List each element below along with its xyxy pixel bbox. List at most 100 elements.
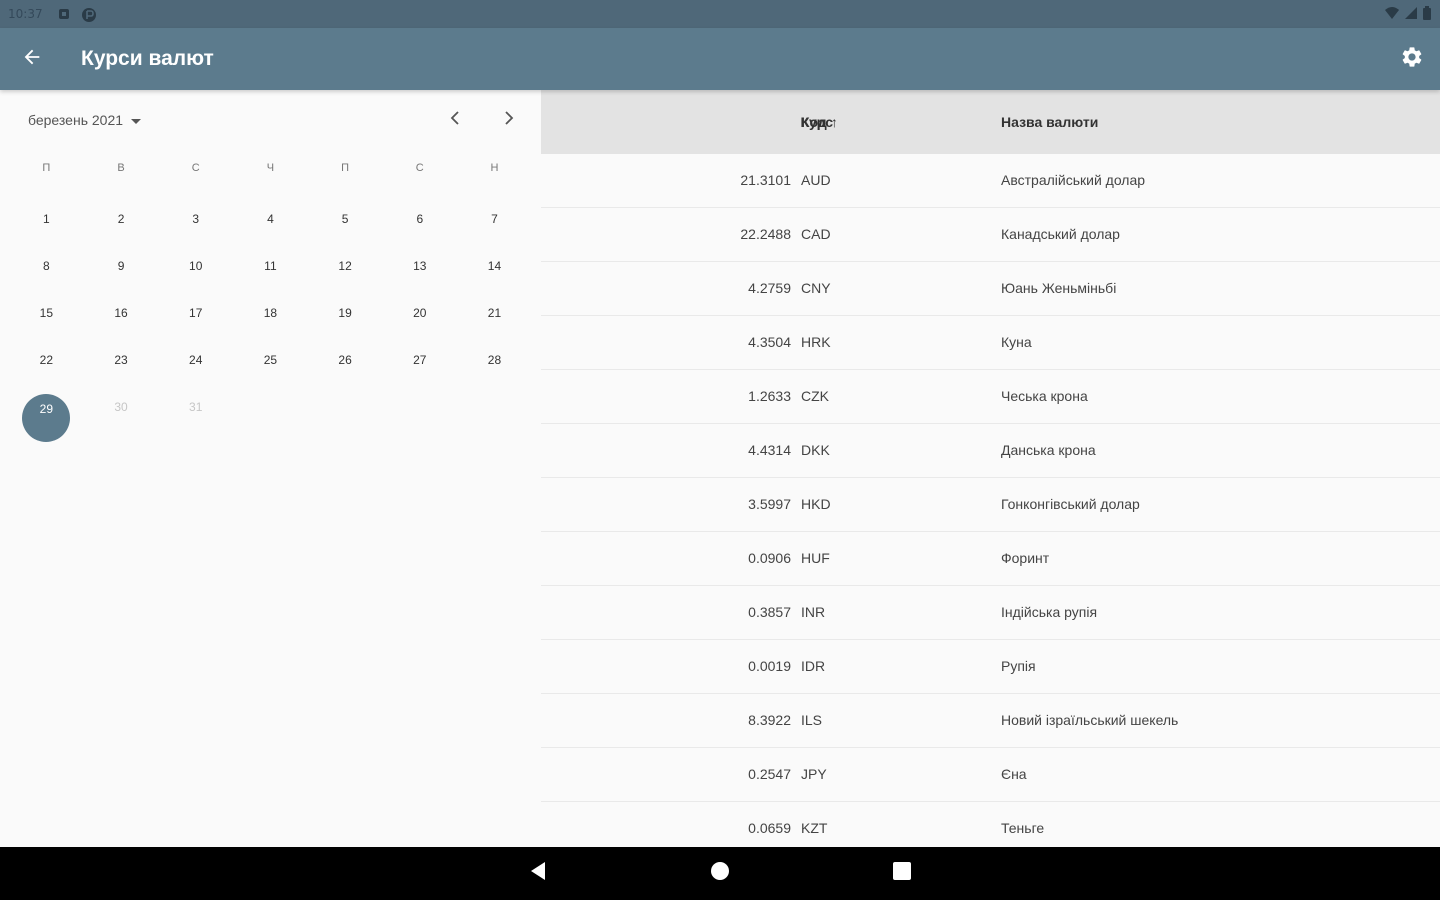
calendar-day[interactable]: 22 xyxy=(9,337,84,384)
calendar-day-label: 22 xyxy=(39,353,54,367)
cell-name: Індійська рупія xyxy=(1001,604,1098,620)
system-navigation-bar xyxy=(0,847,1440,900)
weekday-label: С xyxy=(415,162,424,174)
calendar-day[interactable]: 10 xyxy=(158,243,233,290)
calendar-day[interactable]: 24 xyxy=(158,337,233,384)
calendar-day[interactable]: 21 xyxy=(457,290,532,337)
table-row[interactable]: 4.4314 DKK Данська крона xyxy=(541,424,1440,478)
calendar-day[interactable]: 4 xyxy=(233,196,308,243)
cell-code: IDR xyxy=(801,658,826,674)
calendar-day[interactable]: 8 xyxy=(9,243,84,290)
back-button[interactable] xyxy=(0,28,64,90)
cell-rate: 0.3857 xyxy=(748,604,791,620)
table-row[interactable]: 3.5997 HKD Гонконгівський долар xyxy=(541,478,1440,532)
table-row[interactable]: 0.0659 KZT Теньге xyxy=(541,802,1440,847)
cell-code: ILS xyxy=(801,712,823,728)
month-label: березень 2021 xyxy=(28,112,124,128)
dropdown-arrow-icon xyxy=(131,112,142,128)
table-row[interactable]: 4.3504 HRK Куна xyxy=(541,316,1440,370)
cell-code: JPY xyxy=(801,766,827,782)
calendar-day[interactable]: 17 xyxy=(158,290,233,337)
settings-gear-icon xyxy=(1400,45,1424,74)
calendar-day[interactable]: 27 xyxy=(382,337,457,384)
weekday-label: С xyxy=(191,162,200,174)
nav-recents-icon xyxy=(893,862,911,885)
calendar-day-label: 6 xyxy=(416,212,424,226)
calendar-header: березень 2021 xyxy=(0,90,541,150)
nav-back-button[interactable] xyxy=(508,847,568,900)
calendar-day-label: 28 xyxy=(487,353,502,367)
table-row[interactable]: 1.2633 CZK Чеська крона xyxy=(541,370,1440,424)
weekday-label: Ч xyxy=(266,162,275,174)
calendar-day[interactable]: 3 xyxy=(158,196,233,243)
cell-rate: 3.5997 xyxy=(748,496,791,512)
calendar-day[interactable]: 5 xyxy=(308,196,383,243)
table-row[interactable]: 0.3857 INR Індійська рупія xyxy=(541,586,1440,640)
calendar-day-label: 2 xyxy=(117,212,125,226)
cell-code: CNY xyxy=(801,280,831,296)
cell-rate: 0.2547 xyxy=(748,766,791,782)
calendar-day-label: 9 xyxy=(117,259,125,273)
calendar-day[interactable]: 14 xyxy=(457,243,532,290)
column-header-name[interactable]: Назва валюти xyxy=(1001,114,1098,130)
weekday-label: П xyxy=(42,162,51,174)
calendar-day[interactable]: 2 xyxy=(84,196,159,243)
table-row[interactable]: 0.2547 JPY Єна xyxy=(541,748,1440,802)
table-row[interactable]: 21.3101 AUD Австралійський долар xyxy=(541,154,1440,208)
calendar-day[interactable]: 19 xyxy=(308,290,383,337)
calendar-day[interactable]: 23 xyxy=(84,337,159,384)
calendar-day[interactable]: 26 xyxy=(308,337,383,384)
calendar-day-label: 29 xyxy=(39,402,54,416)
app-bar: Курси валют xyxy=(0,28,1440,90)
calendar-day[interactable]: 15 xyxy=(9,290,84,337)
cell-rate: 4.3504 xyxy=(748,334,791,350)
calendar-day-label: 13 xyxy=(413,259,427,273)
cell-rate: 22.2488 xyxy=(740,226,791,242)
calendar-day[interactable]: 12 xyxy=(308,243,383,290)
calendar-day[interactable]: 11 xyxy=(233,243,308,290)
status-right-icons xyxy=(1384,5,1432,23)
calendar-day[interactable]: 28 xyxy=(457,337,532,384)
table-row[interactable]: 0.0019 IDR Рупія xyxy=(541,640,1440,694)
table-row[interactable]: 4.2759 CNY Юань Женьміньбі xyxy=(541,262,1440,316)
cell-rate: 4.4314 xyxy=(748,442,791,458)
chevron-left-icon xyxy=(449,110,461,131)
calendar-day[interactable]: 20 xyxy=(382,290,457,337)
month-year-selector[interactable]: березень 2021 xyxy=(28,110,142,130)
calendar-day[interactable]: 13 xyxy=(382,243,457,290)
calendar-day[interactable]: 1 xyxy=(9,196,84,243)
app-icon xyxy=(81,7,96,22)
calendar-day-label: 18 xyxy=(263,306,278,320)
cell-name: Новий ізраїльський шекель xyxy=(1001,712,1179,728)
calendar-day[interactable]: 30 xyxy=(84,384,159,431)
calendar-day[interactable]: 6 xyxy=(382,196,457,243)
table-row[interactable]: 22.2488 CAD Канадський долар xyxy=(541,208,1440,262)
column-header-code-label: Код xyxy=(801,114,827,130)
cell-rate: 0.0906 xyxy=(748,550,791,566)
nav-home-button[interactable] xyxy=(690,847,750,900)
calendar-day[interactable]: 31 xyxy=(158,384,233,431)
calendar-day[interactable]: 7 xyxy=(457,196,532,243)
cell-rate: 21.3101 xyxy=(740,172,791,188)
calendar-day[interactable]: 18 xyxy=(233,290,308,337)
sort-arrow-up-icon: ↑ xyxy=(830,114,838,130)
currency-table: Курс Код ↑ Назва валюти 21.3101 AUD Австра… xyxy=(541,90,1440,847)
cell-name: Форинт xyxy=(1001,550,1050,566)
column-header-code[interactable]: Код ↑ xyxy=(801,114,838,130)
table-row[interactable]: 0.0906 HUF Форинт xyxy=(541,532,1440,586)
next-month-button[interactable] xyxy=(495,106,523,134)
calendar-day-label: 21 xyxy=(487,306,502,320)
calendar-day[interactable]: 25 xyxy=(233,337,308,384)
nav-recents-button[interactable] xyxy=(872,847,932,900)
calendar-panel: березень 2021 П В С Ч П С Н 1 2 3 4 5 6 7 8 9 10 1… xyxy=(0,90,541,847)
cell-name: Австралійський долар xyxy=(1001,172,1146,188)
table-row[interactable]: 8.3922 ILS Новий ізраїльський шекель xyxy=(541,694,1440,748)
calendar-day[interactable]: 9 xyxy=(84,243,159,290)
calendar-day[interactable]: 16 xyxy=(84,290,159,337)
cell-code: KZT xyxy=(801,820,828,836)
calendar-day-label: 15 xyxy=(39,306,54,320)
settings-button[interactable] xyxy=(1384,28,1440,90)
previous-month-button[interactable] xyxy=(441,106,469,134)
calendar-day-selected[interactable]: 29 xyxy=(9,384,84,442)
calendar-day-label: 30 xyxy=(114,400,128,414)
